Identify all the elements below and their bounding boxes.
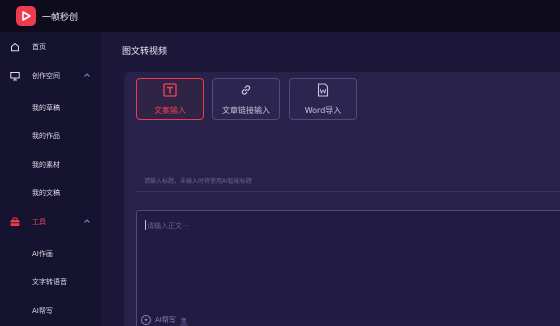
app-name: 一帧秒创 (42, 12, 79, 23)
title-input[interactable] (136, 172, 560, 192)
app-logo-icon[interactable] (16, 6, 36, 26)
link-icon (239, 82, 253, 101)
sidebar-item-ai-drawing[interactable]: AI作画 (0, 243, 102, 265)
text-t-icon (163, 82, 177, 101)
sidebar-item-label: 工具 (32, 218, 46, 226)
sidebar-item-text-to-speech[interactable]: 文字转语音 (0, 271, 102, 293)
sidebar-item-scripts[interactable]: 我的文稿 (0, 182, 102, 204)
top-bar: 一帧秒创 (0, 0, 560, 32)
sidebar-item-label: 创作空间 (32, 72, 60, 80)
monitor-icon (8, 71, 22, 81)
sidebar-item-label: 首页 (32, 43, 46, 51)
word-doc-icon (316, 82, 330, 101)
sidebar-item-tools[interactable]: 工具 (0, 211, 102, 233)
tab-label: 文案输入 (154, 106, 186, 115)
chevron-up-icon[interactable] (83, 71, 91, 81)
body-placeholder: 请输入正文··· (147, 222, 189, 230)
tab-label: 文章链接输入 (222, 106, 270, 115)
tab-label: Word导入 (304, 106, 342, 115)
sidebar-item-label: 文字转语音 (32, 278, 67, 286)
ai-sparkle-icon: ✦ (141, 315, 151, 325)
tab-text-input[interactable]: 文案输入 (136, 78, 204, 120)
sidebar-item-label: AI作画 (32, 250, 53, 258)
sidebar-item-home[interactable]: 首页 (0, 36, 102, 58)
chevron-up-icon[interactable] (83, 217, 91, 227)
ai-help-label: AI帮写 (155, 316, 176, 324)
home-icon (8, 42, 22, 52)
sidebar-item-label: 我的作品 (32, 132, 60, 140)
sidebar-item-workspace[interactable]: 创作空间 (0, 65, 102, 87)
sidebar-item-ai-writing[interactable]: AI帮写 (0, 300, 102, 322)
scroll-indicator (180, 322, 188, 326)
sidebar: 首页 创作空间 我的草稿 我的作品 我的素材 我的文稿 工具 AI作画 文字转语… (0, 32, 102, 326)
text-caret (145, 220, 146, 230)
sidebar-item-materials[interactable]: 我的素材 (0, 154, 102, 176)
toolbox-icon (8, 217, 22, 227)
tab-article-link[interactable]: 文章链接输入 (212, 78, 280, 120)
page-title: 图文转视频 (122, 47, 168, 57)
sidebar-item-label: 我的草稿 (32, 104, 60, 112)
tab-word-import[interactable]: Word导入 (289, 78, 357, 120)
sidebar-item-works[interactable]: 我的作品 (0, 125, 102, 147)
main-content: 图文转视频 文案输入 文章链接输入 Word导入 请输入正文··· ✦ (102, 32, 560, 326)
sidebar-item-label: AI帮写 (32, 307, 53, 315)
input-panel: 文案输入 文章链接输入 Word导入 请输入正文··· ✦ AI帮写 ≡ (124, 72, 560, 326)
body-text-editor[interactable]: 请输入正文··· ✦ AI帮写 ≡ (136, 210, 560, 326)
sidebar-item-label: 我的素材 (32, 161, 60, 169)
sidebar-item-drafts[interactable]: 我的草稿 (0, 97, 102, 119)
sidebar-item-label: 我的文稿 (32, 189, 60, 197)
